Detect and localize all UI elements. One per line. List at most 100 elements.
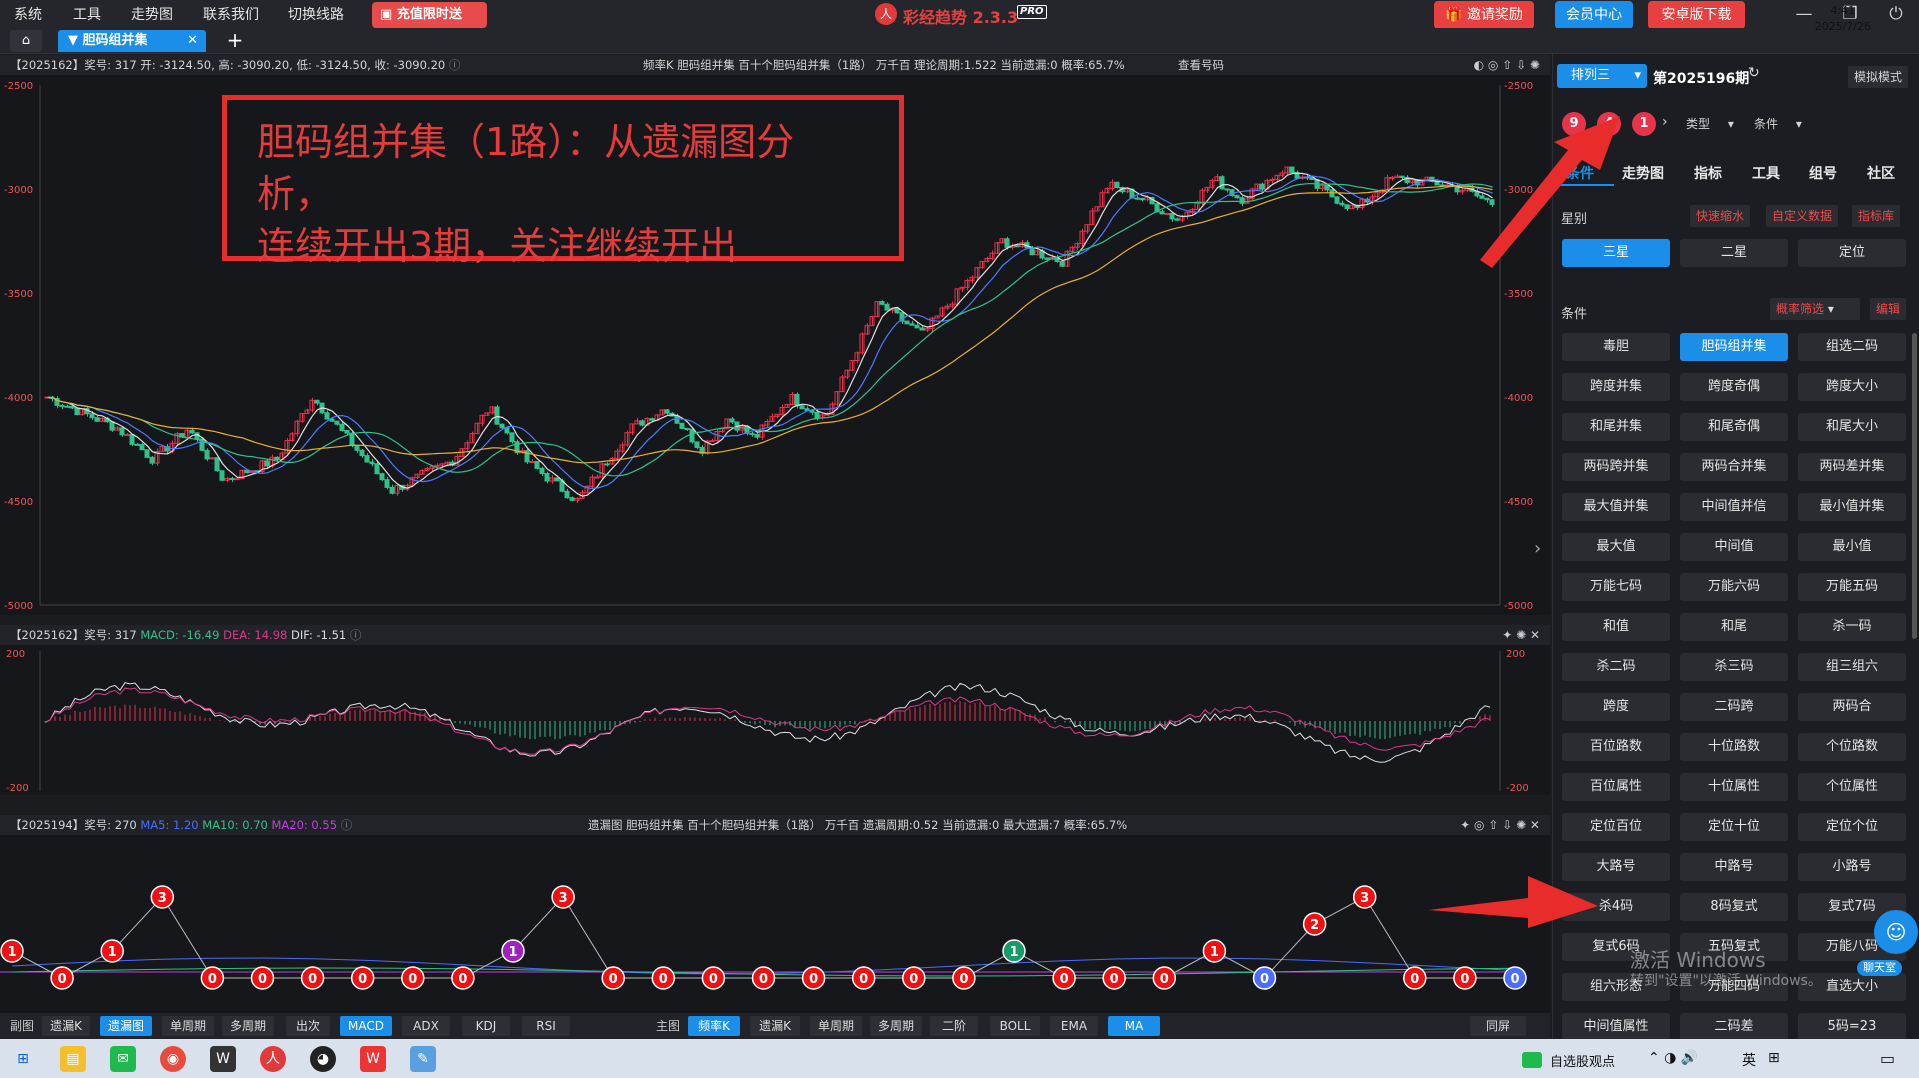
chevron-right-icon[interactable]: › xyxy=(1662,114,1668,130)
condition-item[interactable]: 跨度奇偶 xyxy=(1680,373,1788,401)
candle-body[interactable] xyxy=(1239,197,1245,204)
sub-btn-omission-map[interactable]: 遗漏图 xyxy=(100,1016,152,1036)
omission-marker[interactable]: 0 xyxy=(451,966,475,990)
condition-item[interactable]: 个位属性 xyxy=(1798,773,1906,801)
candle-body[interactable] xyxy=(509,432,515,443)
recharge-button[interactable]: ▣ 充值限时送 xyxy=(372,2,487,28)
ime-indicator[interactable]: 英 xyxy=(1742,1050,1756,1070)
candle-body[interactable] xyxy=(884,303,890,311)
simulation-mode-button[interactable]: 模拟模式 xyxy=(1848,66,1909,88)
condition-item[interactable]: 百位路数 xyxy=(1562,733,1670,761)
omission-marker[interactable]: 0 xyxy=(801,966,826,990)
candle-body[interactable] xyxy=(314,399,320,404)
condition-item[interactable]: 两码合 xyxy=(1798,693,1906,721)
condition-item[interactable]: 二码差 xyxy=(1680,1013,1788,1039)
stock-widget-icon[interactable] xyxy=(1522,1052,1542,1068)
candle-body[interactable] xyxy=(144,449,150,458)
sub-btn-kdj[interactable]: KDJ xyxy=(462,1016,510,1036)
wps-icon[interactable]: W xyxy=(360,1046,386,1072)
condition-item[interactable]: 百位属性 xyxy=(1562,773,1670,801)
help-icon[interactable]: ⓘ xyxy=(350,628,362,642)
candle-body[interactable] xyxy=(1334,196,1340,204)
condition-item[interactable]: 杀二码 xyxy=(1562,653,1670,681)
invite-button[interactable]: 🎁 邀请奖励 xyxy=(1434,1,1534,29)
candle-body[interactable] xyxy=(1014,245,1020,248)
macd-chart[interactable]: 200 200 -200 -200 xyxy=(0,645,1550,795)
candle-body[interactable] xyxy=(369,461,375,465)
omission-marker[interactable]: 0 xyxy=(1503,966,1527,990)
main-btn-boll[interactable]: BOLL xyxy=(990,1016,1040,1036)
chat-room-label[interactable]: 聊天室 xyxy=(1857,960,1902,976)
candle-body[interactable] xyxy=(814,411,820,419)
candle-body[interactable] xyxy=(189,429,195,434)
android-download-button[interactable]: 安卓版下载 xyxy=(1648,1,1745,29)
main-btn-ma[interactable]: MA xyxy=(1108,1016,1160,1036)
lottery-select[interactable]: 排列三 ▾ xyxy=(1557,64,1647,88)
condition-item[interactable]: 和值 xyxy=(1562,613,1670,641)
candle-body[interactable] xyxy=(494,406,500,425)
candle-body[interactable] xyxy=(389,486,395,494)
candle-body[interactable] xyxy=(914,324,920,329)
candle-body[interactable] xyxy=(504,427,510,434)
condition-item[interactable]: 和尾并集 xyxy=(1562,413,1670,441)
sidebar-scrollbar[interactable] xyxy=(1912,333,1917,639)
candle-body[interactable] xyxy=(1269,179,1275,182)
condition-item[interactable]: 8码复式 xyxy=(1680,893,1788,921)
candle-body[interactable] xyxy=(754,433,760,438)
tab-danma[interactable]: ▼ 胆码组并集 ✕ xyxy=(58,30,206,52)
condition-item[interactable]: 组三组六 xyxy=(1798,653,1906,681)
sub-btn-rsi[interactable]: RSI xyxy=(522,1016,570,1036)
menu-trend[interactable]: 走势图 xyxy=(131,0,173,28)
condition-item[interactable]: 中间值属性 xyxy=(1562,1013,1670,1039)
candle-body[interactable] xyxy=(809,409,815,413)
candle-body[interactable] xyxy=(89,413,95,419)
condition-item[interactable]: 十位属性 xyxy=(1680,773,1788,801)
omission-marker[interactable]: 0 xyxy=(651,966,676,990)
pane-tools-icons[interactable]: ✦ ◎ ⇧ ⇩ ✺ ✕ xyxy=(1460,815,1540,835)
condition-item[interactable]: 定位十位 xyxy=(1680,813,1788,841)
condition-item[interactable]: 杀一码 xyxy=(1798,613,1906,641)
wechat-icon[interactable]: ✉ xyxy=(110,1046,136,1072)
candle-body[interactable] xyxy=(1139,197,1145,201)
qq-icon[interactable]: ◕ xyxy=(310,1046,336,1072)
condition-item[interactable]: 跨度并集 xyxy=(1562,373,1670,401)
nav-tab-community[interactable]: 社区 xyxy=(1867,163,1895,183)
candle-body[interactable] xyxy=(1134,197,1140,200)
add-tab-icon[interactable]: + xyxy=(222,30,248,52)
candle-body[interactable] xyxy=(1169,212,1175,220)
candle-body[interactable] xyxy=(119,427,125,436)
candle-body[interactable] xyxy=(64,405,70,408)
condition-item[interactable]: 跨度大小 xyxy=(1798,373,1906,401)
condition-item[interactable]: 和尾 xyxy=(1680,613,1788,641)
windows-start-icon[interactable]: ⊞ xyxy=(10,1046,36,1072)
omission-marker[interactable]: 3 xyxy=(150,885,175,909)
candle-body[interactable] xyxy=(554,477,560,482)
candle-body[interactable] xyxy=(694,441,700,448)
custom-data-link[interactable]: 自定义数据 xyxy=(1766,205,1839,227)
tray-icons[interactable]: ⌃ ◑ 🔊 xyxy=(1648,1050,1698,1066)
condition-item[interactable]: 最小值 xyxy=(1798,533,1906,561)
query-numbers-link[interactable]: 查看号码 xyxy=(1178,55,1224,75)
condition-item[interactable]: 中路号 xyxy=(1680,853,1788,881)
system-clock[interactable]: 4:41 2025/7/26 xyxy=(1815,3,1871,35)
omission-marker[interactable]: 1 xyxy=(100,939,124,963)
nav-tab-trend[interactable]: 走势图 xyxy=(1622,163,1664,183)
main-btn-multi-cycle[interactable]: 多周期 xyxy=(870,1016,922,1036)
candle-body[interactable] xyxy=(539,467,545,474)
candle-body[interactable] xyxy=(234,478,240,481)
condition-item[interactable]: 5码=23 xyxy=(1798,1013,1906,1039)
candle-body[interactable] xyxy=(894,307,900,314)
omission-marker[interactable]: 0 xyxy=(1403,966,1427,990)
condition-item[interactable]: 定位个位 xyxy=(1798,813,1906,841)
candle-body[interactable] xyxy=(109,421,115,431)
lottery-app-icon[interactable]: 人 xyxy=(260,1046,286,1072)
candle-body[interactable] xyxy=(94,417,100,422)
omission-marker[interactable]: 3 xyxy=(551,885,575,909)
main-btn-ema[interactable]: EMA xyxy=(1050,1016,1098,1036)
candle-body[interactable] xyxy=(1289,166,1295,174)
edit-link[interactable]: 编辑 xyxy=(1870,298,1907,320)
candle-body[interactable] xyxy=(264,460,270,467)
omission-marker[interactable]: 0 xyxy=(1152,966,1177,990)
candle-body[interactable] xyxy=(1029,247,1035,256)
stock-widget-label[interactable]: 自选股观点 xyxy=(1550,1051,1615,1070)
